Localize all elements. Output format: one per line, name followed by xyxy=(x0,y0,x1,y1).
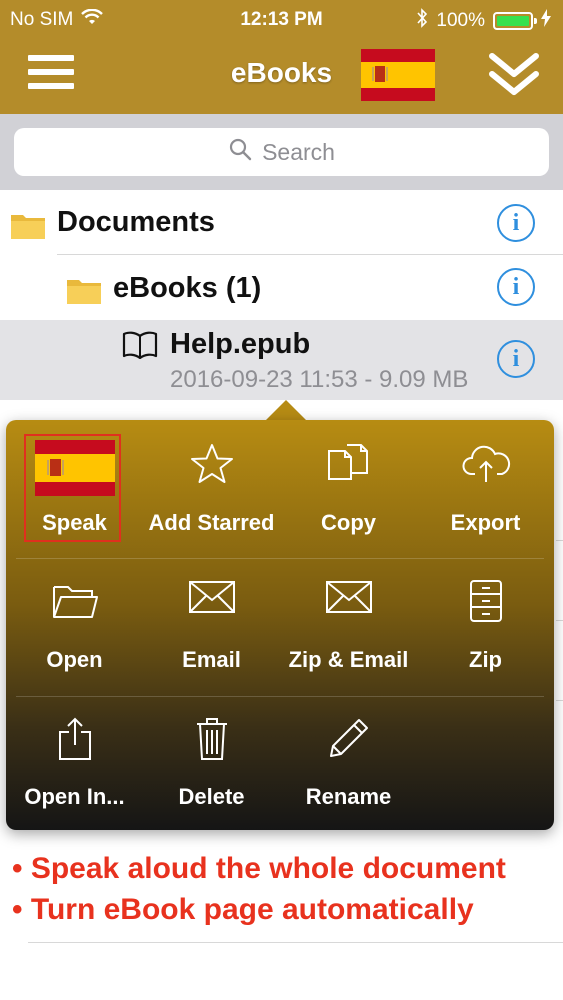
archive-icon xyxy=(469,580,502,622)
zip-button[interactable]: Zip xyxy=(417,557,554,694)
nav-bar: eBooks xyxy=(0,38,563,114)
open-button[interactable]: Open xyxy=(6,557,143,694)
nav-title: eBooks xyxy=(230,57,333,88)
export-button[interactable]: Export xyxy=(417,420,554,557)
star-icon xyxy=(190,444,233,483)
promo-text: • Speak aloud the whole document • Turn … xyxy=(12,848,506,930)
action-label: Rename xyxy=(305,784,392,809)
charging-icon xyxy=(541,9,551,33)
pencil-icon xyxy=(329,719,368,757)
action-label: Email xyxy=(182,647,241,672)
file-name: Help.epub xyxy=(170,328,311,360)
action-label: Open xyxy=(46,647,103,672)
copy-icon xyxy=(327,444,368,480)
action-label: Zip xyxy=(469,647,502,672)
popover-arrow xyxy=(264,400,308,422)
search-bar: Search xyxy=(0,114,563,190)
list-item-ebooks-folder[interactable]: eBooks (1) i xyxy=(0,255,563,320)
search-icon xyxy=(228,137,252,167)
bluetooth-icon xyxy=(416,8,428,34)
action-popover: Speak Add Starred Copy Export Open Email xyxy=(6,420,554,830)
action-label: Zip & Email xyxy=(288,647,409,672)
row-title: Documents xyxy=(57,206,215,238)
divider xyxy=(28,942,563,943)
info-icon[interactable]: i xyxy=(497,340,535,378)
status-bar: No SIM 12:13 PM 100% xyxy=(0,0,563,38)
file-meta: 2016-09-23 11:53 - 9.09 MB xyxy=(170,366,469,393)
action-label: Add Starred xyxy=(148,510,275,535)
action-label: Open In... xyxy=(24,784,125,809)
rename-button[interactable]: Rename xyxy=(280,694,417,831)
info-icon[interactable]: i xyxy=(497,204,535,242)
folder-open-icon xyxy=(52,586,98,618)
action-label: Export xyxy=(450,510,521,535)
cloud-upload-icon xyxy=(462,445,510,482)
row-title: eBooks (1) xyxy=(113,272,262,304)
email-button[interactable]: Email xyxy=(143,557,280,694)
list-item-help-epub[interactable]: Help.epub 2016-09-23 11:53 - 9.09 MB i xyxy=(0,320,563,400)
envelope-icon xyxy=(188,581,235,613)
action-label: Copy xyxy=(321,510,376,535)
action-label: Speak xyxy=(42,510,107,535)
chevron-down-icon[interactable] xyxy=(488,52,540,98)
spain-flag-icon[interactable] xyxy=(361,49,435,101)
search-input[interactable]: Search xyxy=(14,128,549,176)
copy-button[interactable]: Copy xyxy=(280,420,417,557)
folder-icon xyxy=(11,215,45,239)
promo-line: • Speak aloud the whole document xyxy=(12,852,506,885)
list-item-documents[interactable]: Documents i xyxy=(0,190,563,255)
book-icon xyxy=(122,331,158,359)
add-starred-button[interactable]: Add Starred xyxy=(143,420,280,557)
battery-percent: 100% xyxy=(436,10,485,31)
trash-icon xyxy=(196,718,227,760)
delete-button[interactable]: Delete xyxy=(143,694,280,831)
envelope-icon xyxy=(325,581,372,613)
speak-button[interactable]: Speak xyxy=(6,420,143,557)
info-icon[interactable]: i xyxy=(497,268,535,306)
spain-flag-icon xyxy=(34,440,115,496)
zip-email-button[interactable]: Zip & Email xyxy=(280,557,417,694)
action-label: Delete xyxy=(178,784,245,809)
share-icon xyxy=(58,717,91,760)
search-placeholder: Search xyxy=(262,138,335,165)
open-in-button[interactable]: Open In... xyxy=(6,694,143,831)
promo-line: • Turn eBook page automatically xyxy=(12,893,474,926)
folder-icon xyxy=(67,280,101,304)
battery-icon xyxy=(493,12,537,30)
